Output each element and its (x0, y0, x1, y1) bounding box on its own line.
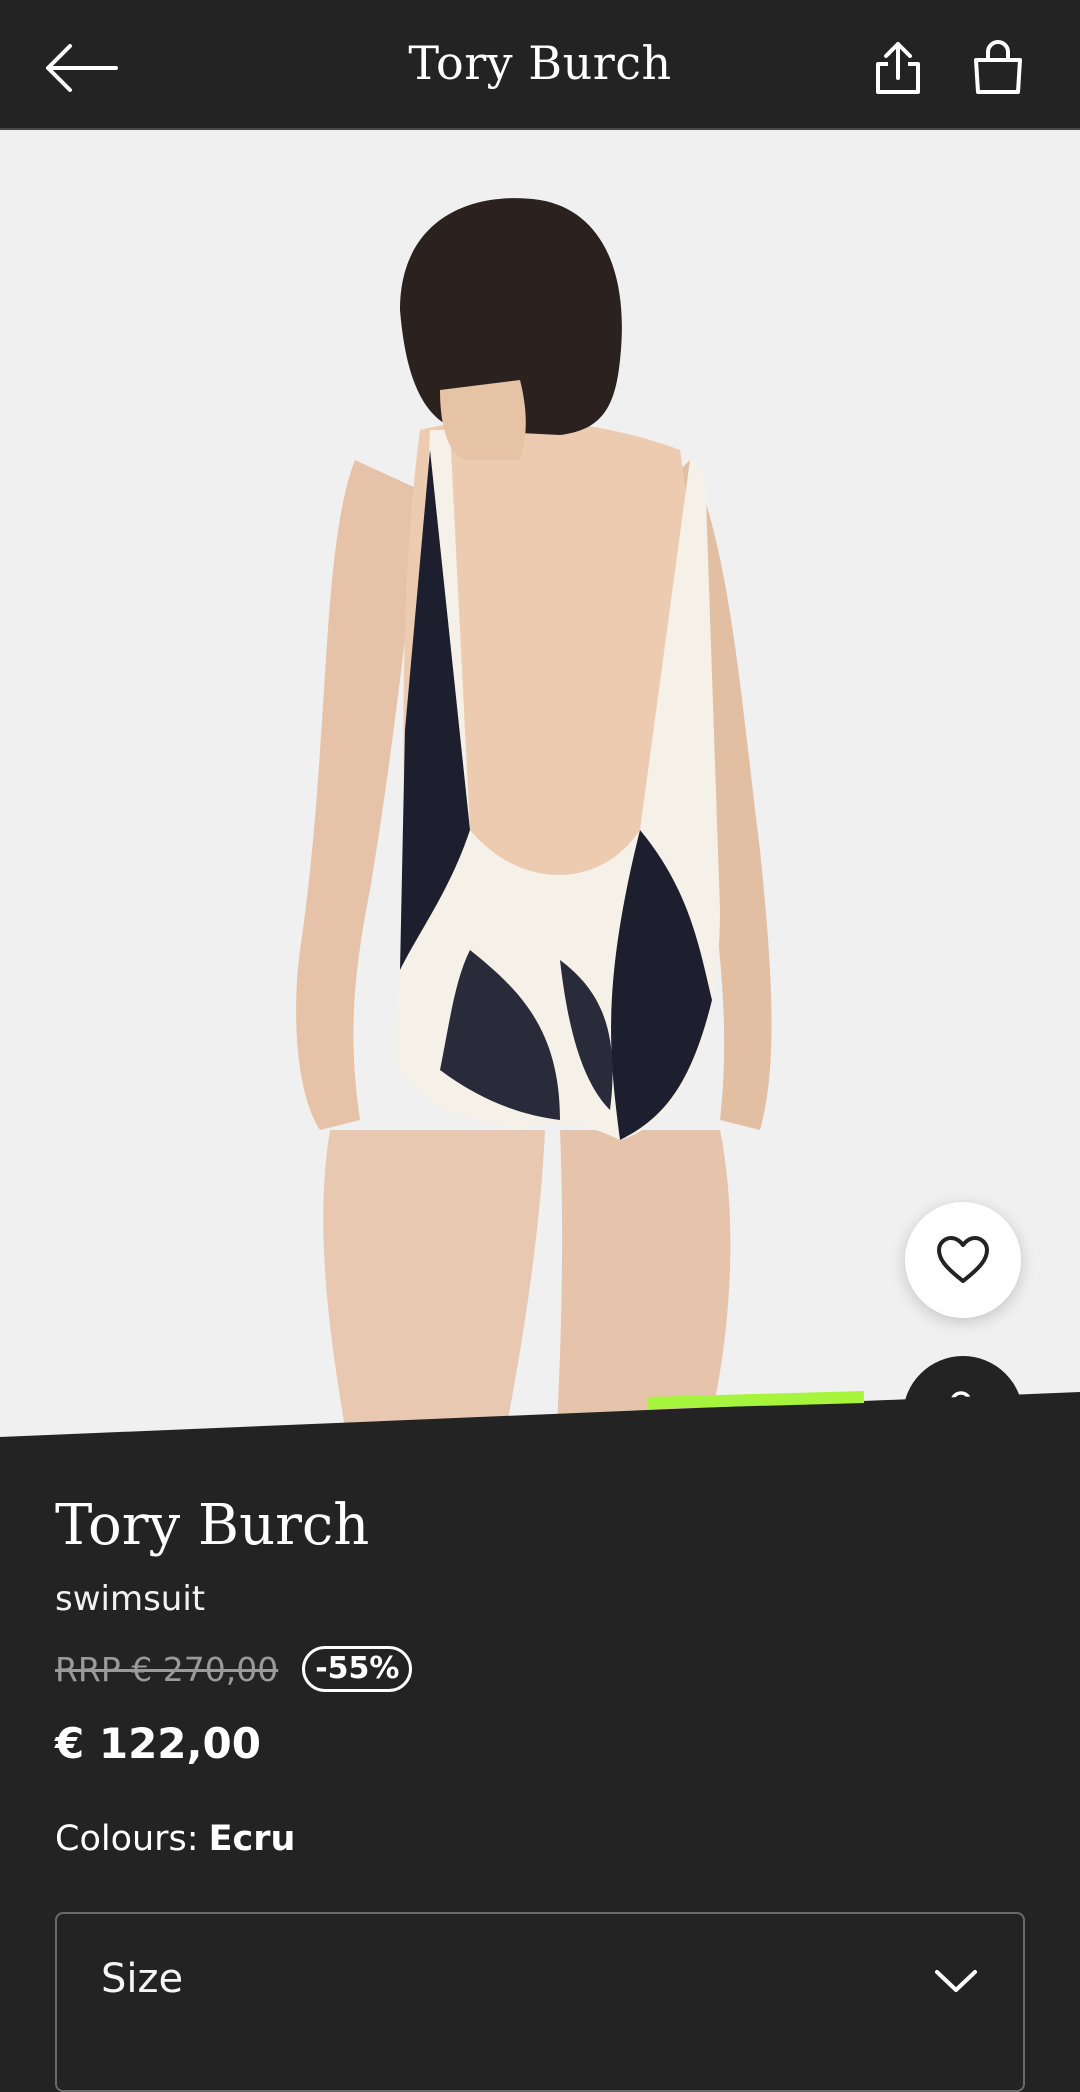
bag-plus-icon (941, 1391, 989, 1440)
colours-label: Colours: (55, 1819, 199, 1859)
product-info: Tory Burch swimsuit RRP € 270,00 -55% € … (55, 1490, 1025, 1864)
top-bar: Tory Burch (0, 0, 1080, 130)
size-select-label: Size (101, 1956, 184, 2002)
discount-badge: -55% (302, 1646, 413, 1692)
sale-price: € 122,00 (55, 1719, 261, 1768)
heart-icon (937, 1236, 989, 1283)
size-select[interactable]: Size (55, 1912, 1025, 2092)
price-row: RRP € 270,00 -55% (55, 1644, 1025, 1694)
colour-info: Colours: Ecru (55, 1814, 1025, 1864)
shopping-bag-button[interactable] (968, 38, 1028, 100)
share-button[interactable] (868, 38, 928, 100)
wishlist-button[interactable] (905, 1202, 1021, 1318)
product-brand[interactable]: Tory Burch (55, 1490, 1025, 1562)
product-image-gallery[interactable] (0, 130, 1080, 1460)
colour-value: Ecru (208, 1819, 296, 1859)
chevron-down-icon (935, 1970, 977, 1992)
shopping-bag-icon (974, 40, 1022, 94)
original-price: RRP € 270,00 (55, 1649, 279, 1689)
share-icon (876, 42, 920, 94)
product-name: swimsuit (55, 1579, 206, 1619)
